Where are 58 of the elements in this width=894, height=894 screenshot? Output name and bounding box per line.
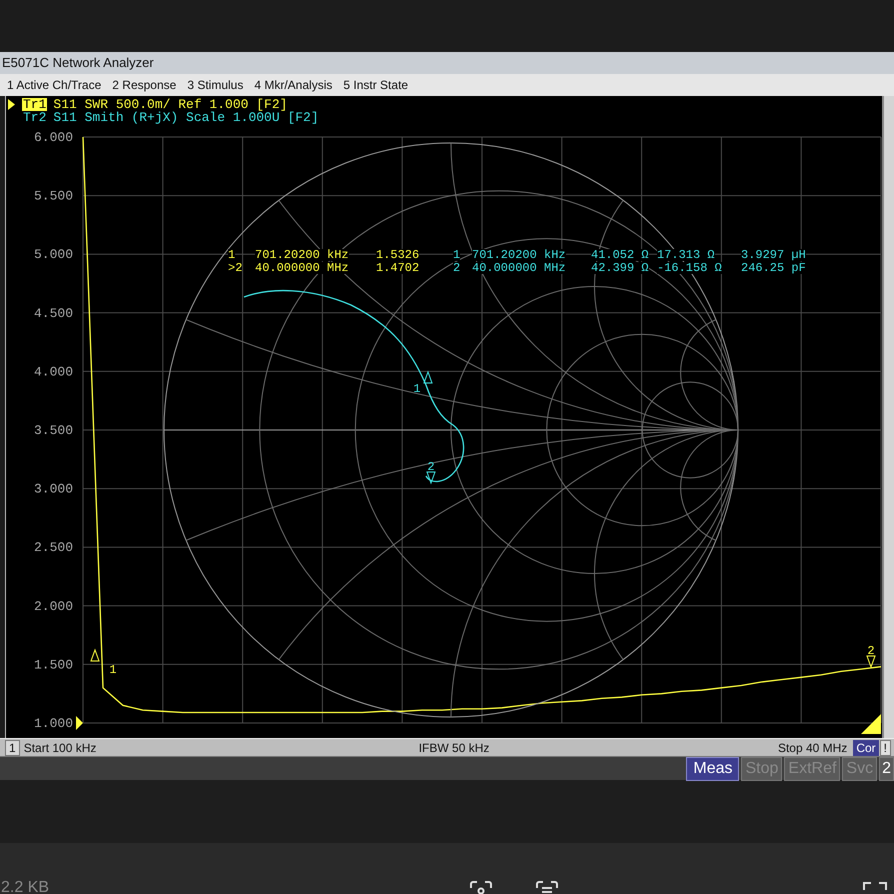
- scan-icon[interactable]: [469, 881, 493, 894]
- marker-frequency: 40.000000 MHz: [472, 262, 566, 274]
- marker-number: 2: [453, 262, 460, 274]
- marker-reactance: 17.313 Ω: [657, 249, 715, 261]
- marker-frequency: 701.20200 kHz: [255, 249, 349, 261]
- trace-settings: S11 Smith (R+jX) Scale 1.000U [F2]: [53, 111, 319, 124]
- menu-item[interactable]: 2 Response: [112, 76, 176, 94]
- y-axis-label: 2.500: [34, 540, 73, 556]
- marker-equivalent: 3.9297 µH: [741, 249, 806, 261]
- y-axis-label: 6.000: [34, 130, 73, 145]
- menu-item[interactable]: 3 Stimulus: [187, 76, 244, 94]
- y-axis-label: 5.000: [34, 247, 73, 262]
- marker-triangle-icon: [423, 370, 433, 384]
- marker-value: 1.5326: [376, 249, 420, 261]
- y-axis-label: 1.000: [34, 716, 73, 731]
- trace-label[interactable]: Tr1: [22, 98, 48, 111]
- ifbw-value: IFBW 50 kHz: [418, 740, 490, 756]
- start-frequency: Start 100 kHz: [24, 740, 98, 756]
- corner-triangle-icon: [861, 714, 881, 734]
- marker-triangle-icon: [866, 656, 876, 668]
- marker-label: 1: [109, 663, 117, 677]
- marker-equivalent: 246.25 pF: [741, 262, 806, 274]
- channel-number: 1: [5, 740, 20, 756]
- marker-label: 2: [427, 460, 435, 474]
- alert-indicator: !: [880, 740, 891, 756]
- menu-item[interactable]: 5 Instr State: [343, 76, 408, 94]
- marker-label: 1: [413, 382, 421, 396]
- marker-resistance: 42.399 Ω: [591, 262, 649, 274]
- marker-resistance: 41.052 Ω: [591, 249, 649, 261]
- marker-number: >2: [228, 262, 242, 274]
- menu-item[interactable]: 1 Active Ch/Trace: [7, 76, 102, 94]
- marker-number: 1: [228, 249, 236, 261]
- correction-indicator: Cor: [853, 740, 879, 756]
- marker-reactance: -16.158 Ω: [657, 262, 722, 274]
- marker-frequency: 40.000000 MHz: [255, 262, 349, 274]
- reference-pointer-icon: [76, 716, 83, 730]
- y-axis-label: 4.000: [34, 364, 73, 380]
- y-axis-label: 5.500: [34, 188, 73, 204]
- status-button[interactable]: 2: [879, 756, 894, 780]
- trace-settings: S11 SWR 500.0m/ Ref 1.000 [F2]: [53, 98, 288, 111]
- marker-frequency: 701.20200 kHz: [472, 249, 566, 261]
- marker-number: 1: [453, 249, 460, 261]
- marker-label: 2: [867, 644, 875, 658]
- y-axis-label: 3.000: [34, 482, 73, 497]
- y-axis-label: 2.000: [34, 598, 73, 614]
- marker-triangle-icon: [426, 472, 436, 484]
- stop-frequency: Stop 40 MHz: [778, 740, 848, 756]
- y-axis-label: 1.500: [34, 657, 73, 672]
- y-axis-label: 3.500: [34, 423, 73, 438]
- text-scan-icon[interactable]: [535, 881, 559, 894]
- status-button[interactable]: Meas: [686, 756, 740, 780]
- trace-label[interactable]: Tr2: [22, 111, 48, 124]
- marker-value: 1.4702: [376, 262, 420, 274]
- menu-item[interactable]: 4 Mkr/Analysis: [254, 76, 332, 94]
- y-axis-label: 4.500: [34, 306, 73, 321]
- marker-triangle-icon: [90, 648, 100, 662]
- window-title: E5071C Network Analyzer: [2, 54, 154, 72]
- file-size: 2.2 KB: [1, 880, 50, 894]
